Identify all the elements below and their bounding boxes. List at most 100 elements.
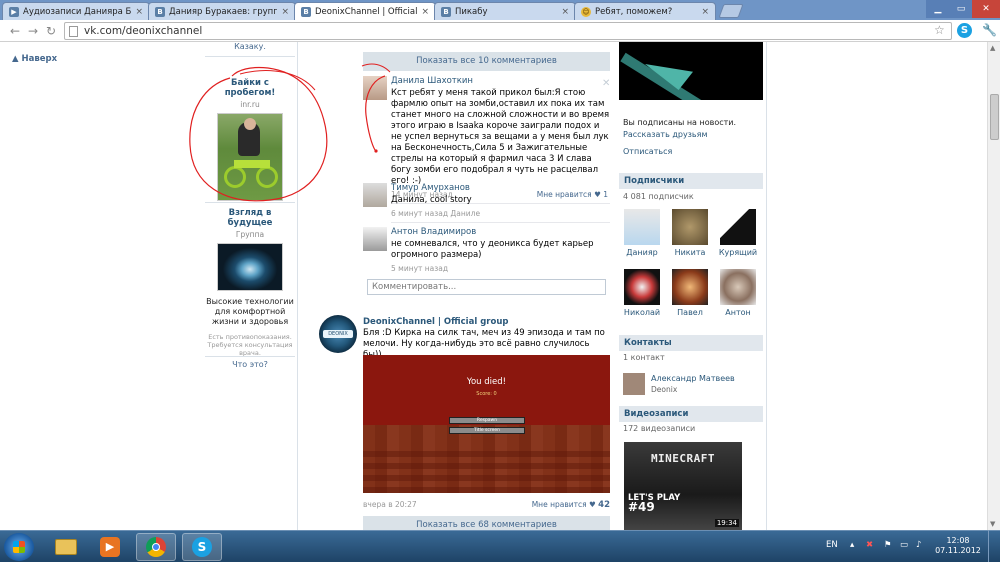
- show-all-comments-top[interactable]: Показать все 10 комментариев: [363, 52, 610, 71]
- what-is-link[interactable]: Что это?: [205, 360, 295, 369]
- vk-icon: B: [441, 6, 451, 17]
- system-clock[interactable]: 12:08 07.11.2012: [935, 536, 981, 556]
- avatar[interactable]: [363, 227, 387, 251]
- tab-help[interactable]: ☺ Ребят, поможем? ×: [574, 2, 716, 20]
- tab-pikabu[interactable]: B Пикабу ×: [434, 2, 576, 20]
- scroll-up-icon[interactable]: ▲: [990, 44, 995, 52]
- delete-comment-icon[interactable]: ✕: [602, 78, 610, 89]
- back-icon[interactable]: ←: [8, 24, 22, 38]
- comment-author[interactable]: Данила Шахоткин: [391, 76, 610, 86]
- monitor-icon[interactable]: ▭: [900, 540, 908, 550]
- media-player-taskbar-button[interactable]: ▶: [90, 533, 130, 561]
- window-close-icon[interactable]: ✕: [972, 0, 1000, 18]
- skype-extension-icon[interactable]: S: [957, 23, 972, 38]
- scroll-thumb[interactable]: [990, 94, 999, 140]
- comment-time[interactable]: 6 минут назад Даниле: [391, 209, 480, 218]
- chrome-taskbar-button[interactable]: [136, 533, 176, 561]
- minimize-icon[interactable]: ▁: [926, 0, 950, 18]
- close-icon[interactable]: ×: [701, 7, 709, 17]
- ad-bikes[interactable]: Байки с пробегом! inr.ru: [205, 78, 295, 201]
- unsubscribe-link[interactable]: Отписаться: [623, 147, 672, 156]
- ad-title[interactable]: Байки с пробегом!: [205, 78, 295, 98]
- ad-warning: Есть противопоказания. Требуется консуль…: [207, 333, 293, 357]
- wrench-icon[interactable]: 🔧: [982, 23, 997, 37]
- close-icon[interactable]: ×: [421, 7, 429, 17]
- folder-icon: [55, 539, 77, 555]
- page-scrollbar[interactable]: ▲ ▼: [987, 42, 1000, 530]
- avatar: [720, 209, 756, 245]
- avatar[interactable]: [363, 76, 387, 100]
- subscribers-count: 4 081 подписчик: [623, 192, 694, 201]
- contacts-count: 1 контакт: [623, 353, 665, 362]
- show-all-comments-bottom[interactable]: Показать все 68 комментариев: [363, 516, 610, 530]
- comment-time[interactable]: 5 минут назад: [391, 264, 448, 273]
- video-title: MINECRAFT: [650, 452, 716, 465]
- comment-author[interactable]: Антон Владимиров: [391, 227, 610, 237]
- avatar[interactable]: [623, 373, 645, 395]
- comment-author[interactable]: Тимур Амурханов: [391, 183, 610, 193]
- ad-tail-text: Казаку.: [234, 42, 266, 51]
- tab-deonix[interactable]: B DeonixChannel | Official g ×: [294, 2, 436, 21]
- title-screen-button: Title screen: [449, 427, 525, 434]
- back-to-top-link[interactable]: ▲ Наверх: [12, 54, 57, 64]
- group-avatar[interactable]: DEONIX: [319, 315, 357, 353]
- page-viewport: ▲ Наверх Казаку. Байки с пробегом! inr.r…: [0, 42, 1000, 530]
- ad-image-eye[interactable]: [217, 243, 283, 291]
- start-button[interactable]: [4, 533, 34, 561]
- tray-arrow-icon[interactable]: ▴: [850, 540, 854, 550]
- ad-domain: inr.ru: [240, 100, 260, 109]
- ad-image[interactable]: [217, 113, 283, 201]
- subscriber-item[interactable]: Данияр: [620, 209, 664, 257]
- comment-text: не сомневался, что у деоникса будет карь…: [391, 239, 594, 260]
- videos-header[interactable]: Видеозаписи: [619, 406, 763, 422]
- address-bar[interactable]: vk.com/deonixchannel: [64, 22, 952, 40]
- post-like-button[interactable]: Мне нравится ♥ 42: [532, 500, 610, 510]
- close-icon[interactable]: ×: [561, 7, 569, 17]
- maximize-icon[interactable]: ▭: [950, 0, 972, 18]
- post-time[interactable]: вчера в 20:27: [363, 500, 417, 509]
- language-indicator[interactable]: EN: [826, 540, 838, 550]
- separator: [391, 222, 610, 223]
- network-icon[interactable]: ✖: [866, 540, 873, 550]
- flag-tray-icon[interactable]: ⚑: [884, 540, 892, 550]
- ad-title[interactable]: Взгляд в будущее: [205, 208, 295, 228]
- post-author[interactable]: DeonixChannel | Official group: [363, 317, 508, 327]
- ad-future[interactable]: Взгляд в будущее Группа Высокие технолог…: [205, 208, 295, 357]
- skype-taskbar-button[interactable]: S: [182, 533, 222, 561]
- subscriber-item[interactable]: Антон: [716, 269, 760, 317]
- subscriber-item[interactable]: Никита: [668, 209, 712, 257]
- forward-icon[interactable]: →: [26, 24, 40, 38]
- chrome-icon-center: [152, 543, 160, 551]
- contact-name[interactable]: Александр Матвеев: [651, 374, 735, 383]
- comment-input[interactable]: Комментировать...: [367, 279, 606, 295]
- close-icon[interactable]: ×: [281, 7, 289, 17]
- show-desktop-button[interactable]: [988, 530, 1000, 562]
- contacts-header[interactable]: Контакты: [619, 335, 763, 351]
- group-cover-image[interactable]: [619, 42, 763, 100]
- avatar[interactable]: [363, 183, 387, 207]
- subscribers-header[interactable]: Подписчики: [619, 173, 763, 189]
- bookmark-star-icon[interactable]: ☆: [934, 23, 945, 37]
- volume-icon[interactable]: ♪: [916, 540, 921, 550]
- post-meta: вчера в 20:27 Мне нравится ♥ 42: [363, 500, 610, 510]
- tab-strip: ▶ Аудиозаписи Данияра Бу × B Данияр Бура…: [0, 0, 1000, 21]
- scroll-down-icon[interactable]: ▼: [990, 520, 995, 528]
- video-thumbnail[interactable]: MINECRAFT LET'S PLAY #49 19:34: [624, 442, 742, 530]
- tell-friends-link[interactable]: Рассказать друзьям: [623, 130, 708, 139]
- reload-icon[interactable]: ↻: [44, 24, 58, 38]
- video-duration: 19:34: [714, 519, 739, 527]
- avatar: [720, 269, 756, 305]
- close-icon[interactable]: ×: [135, 7, 143, 17]
- subscriber-item[interactable]: Николай: [620, 269, 664, 317]
- ad-divider: [205, 56, 295, 57]
- post-image[interactable]: You died! Score: 0 Respawn Title screen: [363, 355, 610, 493]
- new-tab-button[interactable]: [718, 4, 744, 18]
- subscriber-item[interactable]: Павел: [668, 269, 712, 317]
- explorer-taskbar-button[interactable]: [46, 533, 86, 561]
- play-icon: ▶: [100, 537, 120, 557]
- subscriber-item[interactable]: Курящий: [716, 209, 760, 257]
- tab-daniyar-groups[interactable]: B Данияр Буракаев: групп ×: [148, 2, 296, 20]
- death-score: Score: 0: [476, 391, 497, 397]
- comment-text: Данила, cool story: [391, 195, 472, 205]
- tab-audio[interactable]: ▶ Аудиозаписи Данияра Бу ×: [2, 2, 150, 20]
